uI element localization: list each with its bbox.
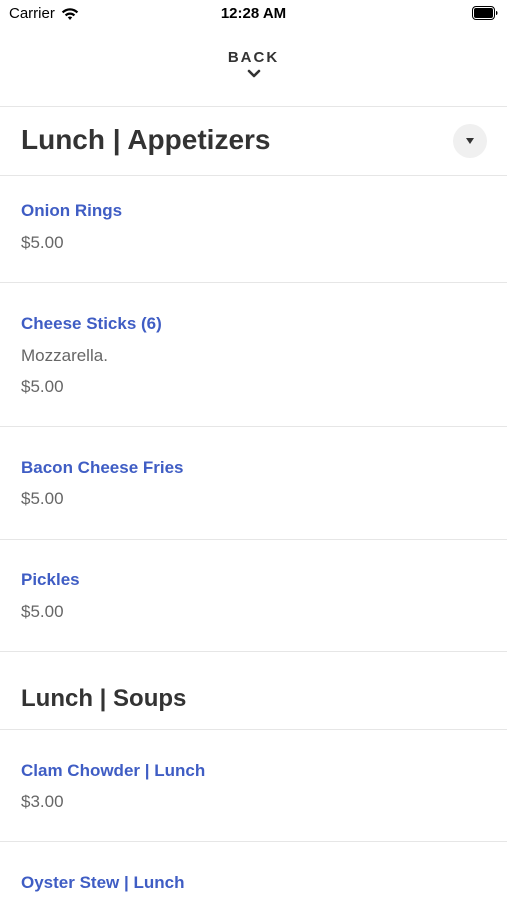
caret-down-icon bbox=[466, 138, 474, 144]
item-price: $5.00 bbox=[21, 602, 64, 621]
status-bar: Carrier 12:28 AM bbox=[0, 0, 507, 28]
item-name: Oyster Stew | Lunch bbox=[21, 873, 185, 892]
menu-item-onion-rings[interactable]: Onion Rings $5.00 bbox=[0, 176, 507, 282]
divider bbox=[0, 651, 507, 652]
item-name: Bacon Cheese Fries bbox=[21, 458, 184, 477]
section-title-soups: Lunch | Soups bbox=[21, 685, 187, 712]
item-price: $5.00 bbox=[21, 377, 64, 396]
item-price: $5.00 bbox=[21, 233, 64, 252]
back-label: BACK bbox=[227, 49, 280, 66]
menu-item-oyster-stew[interactable]: Oyster Stew | Lunch bbox=[0, 842, 507, 900]
battery-icon bbox=[472, 6, 498, 20]
menu-item-bacon-cheese-fries[interactable]: Bacon Cheese Fries $5.00 bbox=[0, 427, 507, 539]
item-description: Mozzarella. bbox=[21, 346, 108, 365]
section-dropdown-button[interactable] bbox=[453, 124, 487, 158]
menu-item-clam-chowder[interactable]: Clam Chowder | Lunch $3.00 bbox=[0, 730, 507, 841]
menu-item-pickles[interactable]: Pickles $5.00 bbox=[0, 540, 507, 651]
item-name: Clam Chowder | Lunch bbox=[21, 761, 206, 780]
divider bbox=[0, 106, 507, 107]
menu-item-cheese-sticks[interactable]: Cheese Sticks (6) Mozzarella. $5.00 bbox=[0, 283, 507, 426]
item-price: $3.00 bbox=[21, 792, 64, 811]
item-name: Pickles bbox=[21, 570, 80, 589]
section-title-appetizers: Lunch | Appetizers bbox=[21, 124, 271, 155]
back-button[interactable]: BACK bbox=[0, 40, 507, 106]
item-name: Cheese Sticks (6) bbox=[21, 314, 162, 333]
chevron-down-icon bbox=[247, 69, 260, 78]
item-price: $5.00 bbox=[21, 489, 64, 508]
status-time: 12:28 AM bbox=[220, 5, 287, 22]
item-name: Onion Rings bbox=[21, 201, 123, 220]
